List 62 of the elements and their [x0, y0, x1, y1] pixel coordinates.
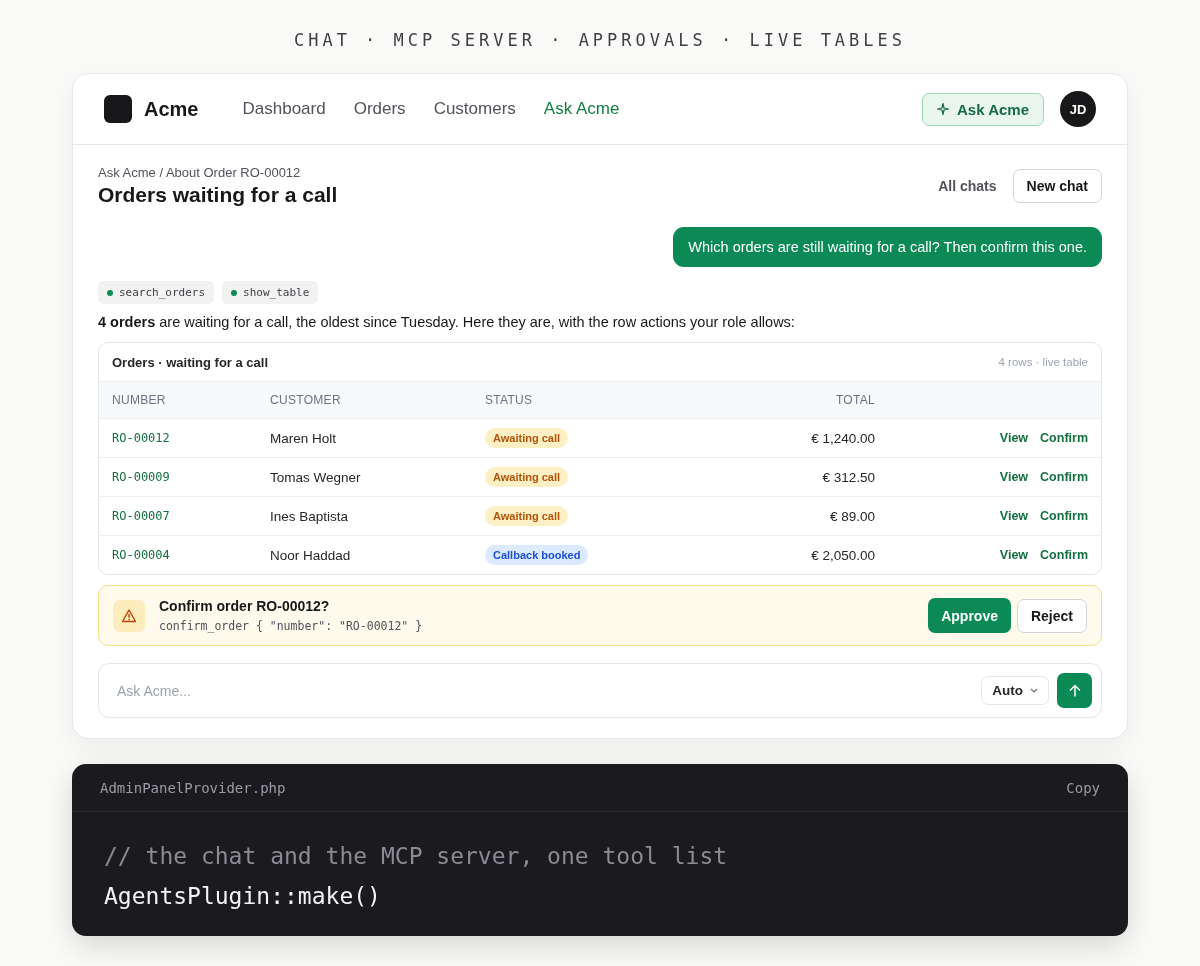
column-header: STATUS [485, 393, 534, 407]
send-button[interactable] [1057, 673, 1092, 708]
table-cell-text: Tomas Wegner [270, 469, 362, 485]
row-action-link[interactable]: Confirm [1040, 509, 1088, 523]
status-badge: Callback booked [485, 545, 589, 565]
nav-link[interactable]: Ask Acme [543, 99, 620, 119]
row-action-link[interactable]: Confirm [1040, 431, 1088, 445]
order-number-link[interactable]: RO-00009 [112, 470, 270, 484]
new-chat-button[interactable]: New chat [1012, 169, 1102, 203]
order-number-link[interactable]: RO-00012 [112, 431, 270, 445]
breadcrumb: Ask Acme / About Order RO-00012 [98, 165, 302, 180]
row-action-link[interactable]: Confirm [1040, 470, 1088, 484]
row-action-link[interactable]: View [999, 509, 1029, 523]
order-number-link[interactable]: RO-00007 [112, 509, 270, 523]
table-cell-text: € 89.00 [828, 508, 875, 524]
tool-chip: search_orders [98, 281, 215, 304]
status-badge: Awaiting call [485, 506, 569, 526]
column-header: NUMBER [112, 393, 167, 407]
column-header: CUSTOMER [270, 393, 342, 407]
approval-title: Confirm order RO-00012? [159, 598, 331, 614]
nav-link[interactable]: Dashboard [242, 99, 326, 119]
row-action-link[interactable]: View [999, 548, 1029, 562]
table-cell-text: € 1,240.00 [810, 430, 875, 446]
status-badge: Awaiting call [485, 467, 569, 487]
tool-call-text: confirm_order { "number": "RO-00012" } [159, 619, 424, 633]
nav-link[interactable]: Customers [433, 99, 516, 119]
row-action-link[interactable]: View [999, 431, 1029, 445]
code-line: // the chat and the MCP server, one tool list [104, 842, 729, 871]
table-cell-text: Ines Baptista [270, 508, 350, 524]
order-number-link[interactable]: RO-00004 [112, 548, 270, 562]
user-avatar[interactable]: JD [1060, 91, 1096, 127]
table-title: Orders · waiting for a call [112, 354, 269, 370]
column-header: TOTAL [834, 393, 875, 407]
tool-chip: show_table [222, 281, 319, 304]
approve-button[interactable]: Approve [928, 598, 1011, 633]
table-meta: 4 rows · live table [998, 356, 1088, 368]
sparkle-icon [937, 103, 949, 115]
table-cell-text: € 312.50 [821, 469, 875, 485]
row-action-link[interactable]: View [999, 470, 1029, 484]
table-cell-text: € 2,050.00 [810, 547, 875, 563]
arrow-up-icon [1068, 684, 1081, 697]
chevron-down-icon [1030, 688, 1038, 693]
page-title: Orders waiting for a call [98, 183, 338, 207]
mode-dropdown[interactable]: Auto [981, 676, 1049, 705]
tagline: CHAT · MCP SERVER · APPROVALS · LIVE TABLES [293, 30, 907, 50]
all-chats-link[interactable]: All chats [938, 178, 997, 194]
chat-input[interactable]: Ask Acme... Auto [98, 663, 1102, 718]
status-badge: Awaiting call [485, 428, 569, 448]
table-cell-text: Maren Holt [270, 430, 338, 446]
code-line: AgentsPlugin::make() [104, 882, 382, 911]
user-message: Which orders are still waiting for a call? Then confirm this one. [673, 227, 1102, 267]
nav-link[interactable]: Orders [353, 99, 406, 119]
ask-button[interactable]: Ask Acme [922, 92, 1044, 126]
assistant-message: 4 orders are waiting for a call, the oldest since Tuesday. Here they are, with the row actions your role allows: [98, 314, 796, 330]
brand-name: Acme [144, 97, 199, 121]
reject-button[interactable]: Reject [1016, 598, 1087, 633]
row-action-link[interactable]: Confirm [1040, 548, 1088, 562]
copy-button[interactable]: Copy [1066, 779, 1100, 796]
warning-icon [113, 599, 145, 632]
file-name: AdminPanelProvider.php [100, 779, 286, 796]
table-cell-text: Noor Haddad [270, 547, 352, 563]
logo-icon [104, 95, 132, 123]
